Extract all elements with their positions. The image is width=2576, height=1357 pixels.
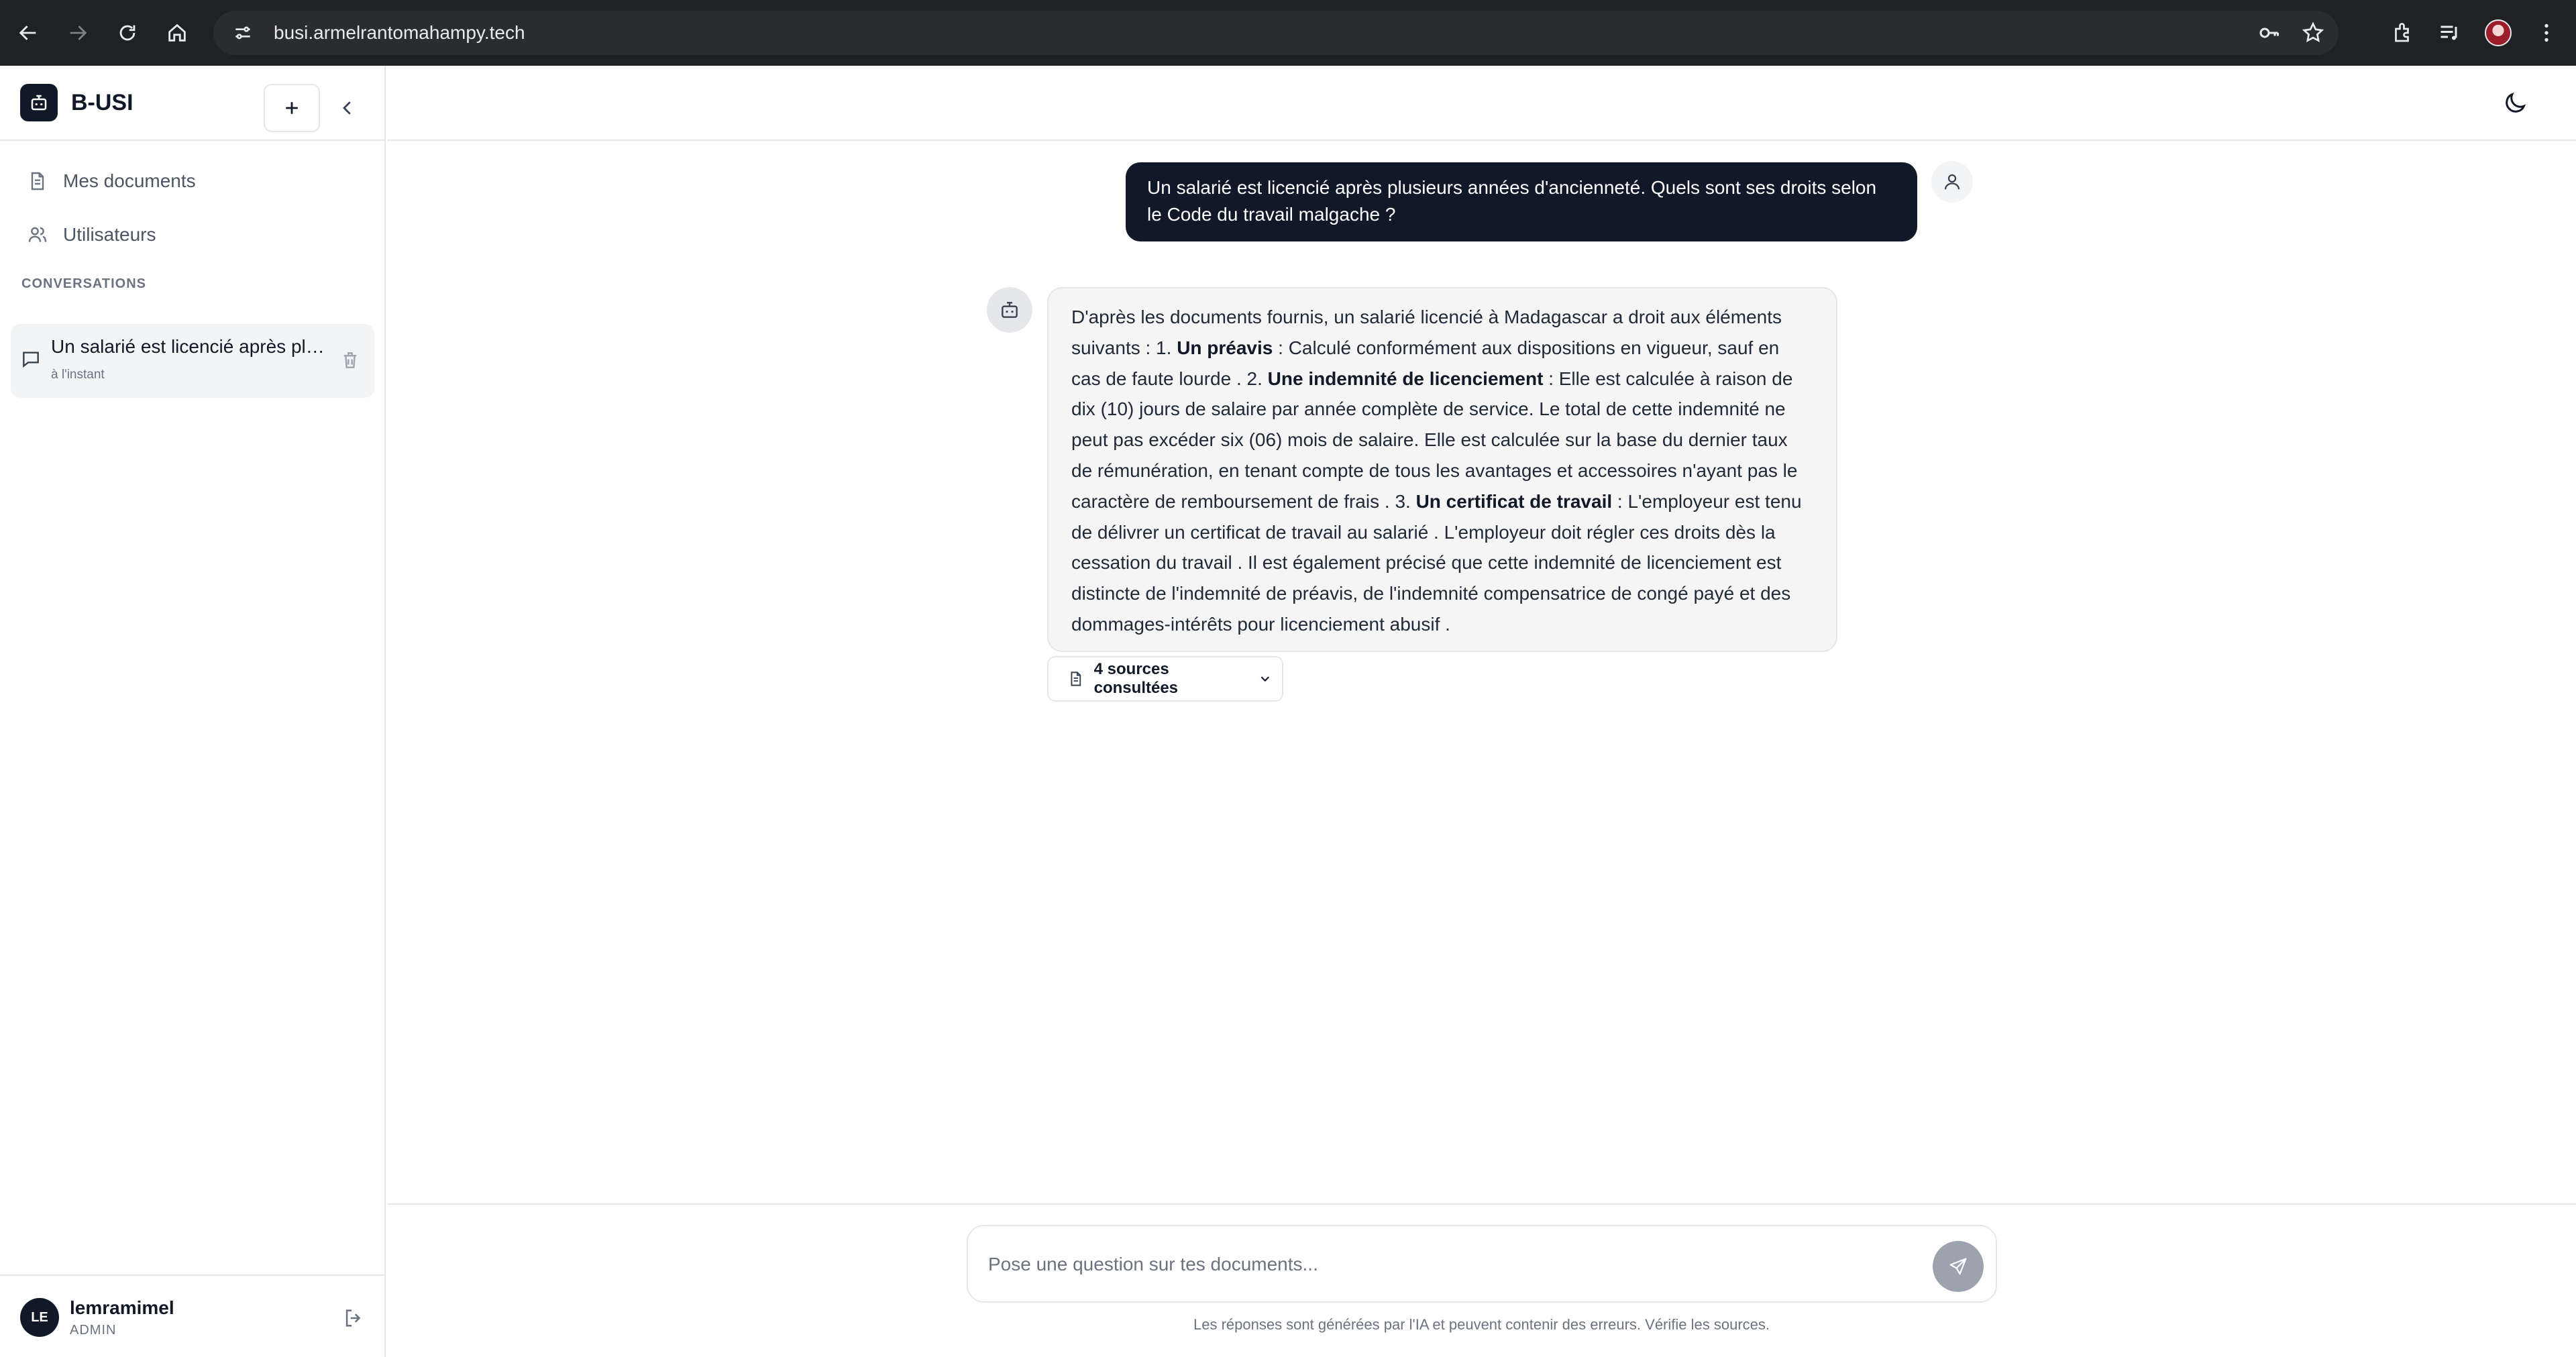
site-info-button[interactable] bbox=[223, 13, 263, 53]
document-icon bbox=[1071, 671, 1081, 686]
app-logo bbox=[20, 84, 58, 121]
user-footer: LE lemramimel ADMIN bbox=[0, 1274, 384, 1357]
document-icon bbox=[31, 172, 44, 191]
answer-highlight: Un certificat de travail bbox=[1415, 490, 1613, 512]
profile-avatar[interactable] bbox=[2485, 19, 2512, 46]
assistant-avatar bbox=[987, 287, 1032, 333]
extensions-icon[interactable] bbox=[2391, 21, 2415, 45]
tune-icon bbox=[235, 26, 250, 40]
chevron-down-icon bbox=[1260, 676, 1270, 682]
collapse-sidebar-button[interactable] bbox=[331, 88, 364, 128]
conversation-timestamp: à l'instant bbox=[51, 368, 105, 382]
user-icon bbox=[1944, 174, 1960, 190]
top-bar bbox=[387, 66, 2576, 141]
conversations-heading: CONVERSATIONS bbox=[21, 276, 146, 291]
sidebar-item-users[interactable]: Utilisateurs bbox=[0, 208, 384, 262]
new-conversation-button[interactable] bbox=[264, 84, 320, 132]
url-text[interactable]: busi.armelrantomahampy.tech bbox=[274, 22, 525, 44]
bot-icon bbox=[31, 95, 47, 111]
app-brand: B-USI bbox=[71, 89, 133, 115]
address-bar[interactable]: busi.armelrantomahampy.tech bbox=[213, 11, 2339, 55]
assistant-message: D'après les documents fournis, un salari… bbox=[1047, 287, 1837, 652]
conversation-item[interactable]: Un salarié est licencié après plusieurs … bbox=[11, 324, 374, 398]
sidebar-item-label: Utilisateurs bbox=[63, 224, 156, 245]
ai-disclaimer: Les réponses sont générées par l'IA et p… bbox=[1193, 1316, 1770, 1333]
arrow-right-icon bbox=[70, 25, 87, 40]
user-message: Un salarié est licencié après plusieurs … bbox=[1126, 162, 1917, 241]
answer-highlight: Une indemnité de licenciement bbox=[1267, 368, 1544, 389]
app-root: B-USI Mes documents Utilisateurs CONVERS… bbox=[0, 66, 2576, 1357]
back-button[interactable] bbox=[7, 11, 50, 54]
send-button[interactable] bbox=[1933, 1241, 1984, 1292]
kebab-menu-icon[interactable] bbox=[2534, 21, 2559, 45]
user-name: lemramimel bbox=[70, 1297, 174, 1318]
conversation-title: Un salarié est licencié après plusieurs … bbox=[51, 336, 333, 357]
reload-icon bbox=[119, 25, 136, 41]
trash-icon[interactable] bbox=[339, 349, 361, 371]
sidebar-nav: Mes documents Utilisateurs bbox=[0, 141, 384, 262]
question-input[interactable] bbox=[988, 1246, 1914, 1283]
arrow-left-icon bbox=[19, 25, 36, 40]
sidebar-item-label: Mes documents bbox=[63, 170, 196, 191]
avatar: LE bbox=[20, 1298, 59, 1337]
chevron-left-icon bbox=[343, 101, 351, 115]
forward-button[interactable] bbox=[56, 11, 99, 54]
browser-toolbar: busi.armelrantomahampy.tech bbox=[0, 0, 2576, 66]
media-controls-icon[interactable] bbox=[2438, 21, 2462, 45]
users-icon bbox=[28, 227, 47, 242]
composer bbox=[967, 1225, 1997, 1303]
sidebar-header: B-USI bbox=[0, 66, 384, 141]
moon-icon[interactable] bbox=[2502, 90, 2528, 117]
password-key-icon[interactable] bbox=[2257, 21, 2281, 45]
bookmark-star-icon[interactable] bbox=[2301, 21, 2325, 45]
sidebar-item-documents[interactable]: Mes documents bbox=[0, 154, 384, 208]
user-role: ADMIN bbox=[70, 1323, 117, 1338]
bot-icon bbox=[1002, 302, 1018, 318]
sidebar: B-USI Mes documents Utilisateurs CONVERS… bbox=[0, 66, 386, 1357]
send-icon bbox=[1949, 1258, 1967, 1275]
chat-main: Un salarié est licencié après plusieurs … bbox=[387, 66, 2576, 1357]
home-icon bbox=[168, 23, 186, 42]
answer-highlight: Un préavis bbox=[1177, 337, 1273, 358]
reload-button[interactable] bbox=[106, 11, 149, 54]
answer-text: : Elle est calculée à raison de dix (10)… bbox=[1071, 368, 1798, 512]
sources-label: 4 sources consultées bbox=[1093, 660, 1179, 697]
user-avatar bbox=[1931, 161, 1973, 203]
sources-toggle-button[interactable]: 4 sources consultées bbox=[1047, 656, 1283, 702]
logout-icon[interactable] bbox=[342, 1307, 365, 1329]
composer-area: Les réponses sont générées par l'IA et p… bbox=[387, 1203, 2576, 1357]
answer-text: : L'employeur est tenu de délivrer un ce… bbox=[1071, 490, 1802, 635]
plus-icon bbox=[286, 102, 298, 114]
chat-bubble-icon bbox=[23, 351, 39, 368]
home-button[interactable] bbox=[156, 11, 199, 54]
